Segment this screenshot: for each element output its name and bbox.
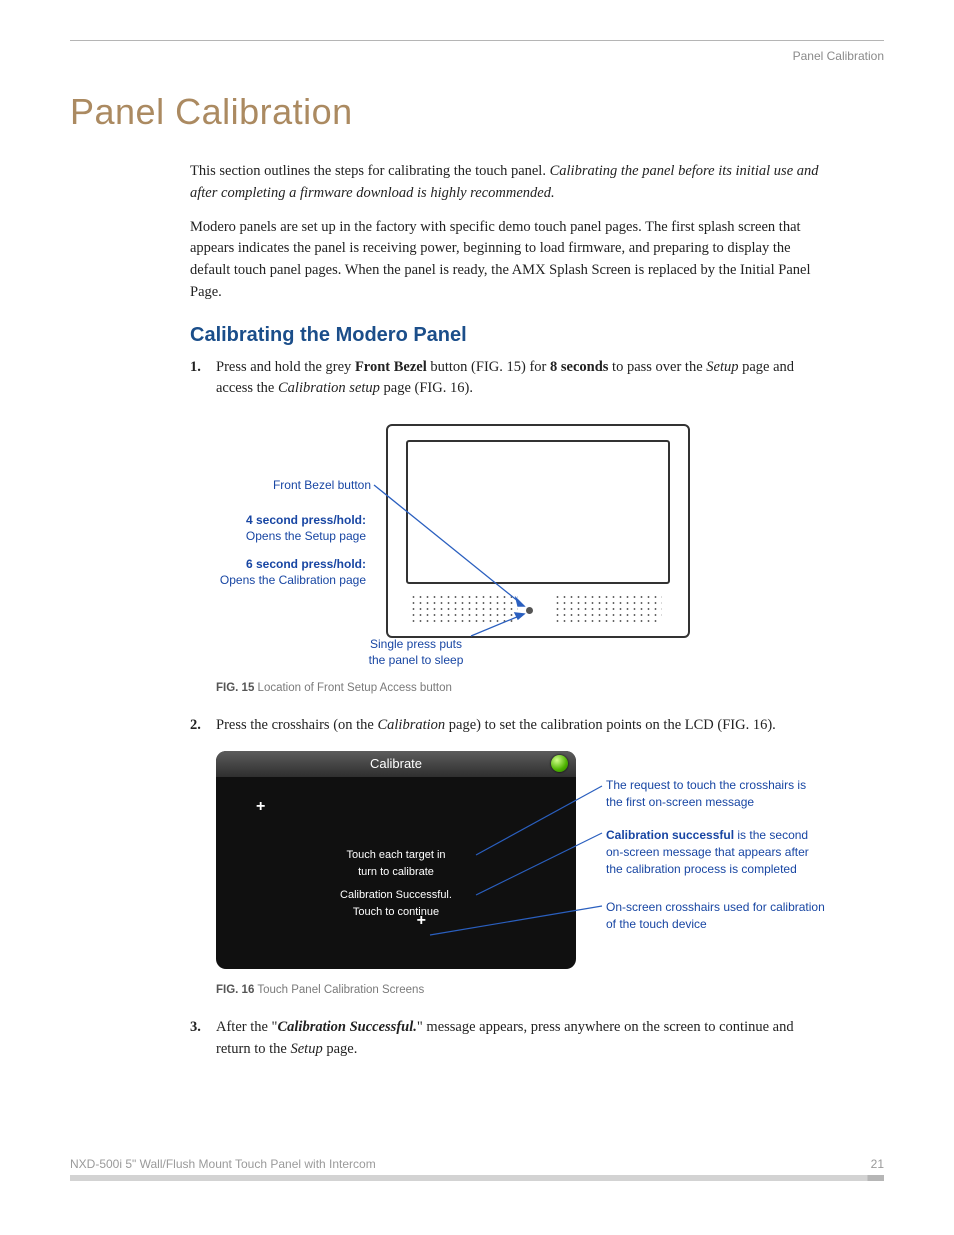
annot-4sec: 4 second press/hold: Opens the Setup pag… <box>186 512 366 544</box>
footer-row: NXD-500i 5" Wall/Flush Mount Touch Panel… <box>70 1157 884 1171</box>
intro-para-1: This section outlines the steps for cali… <box>190 161 830 205</box>
page-footer: NXD-500i 5" Wall/Flush Mount Touch Panel… <box>70 1157 884 1181</box>
running-head: Panel Calibration <box>70 49 884 63</box>
step-1: Press and hold the grey Front Bezel butt… <box>190 357 830 698</box>
body-column: This section outlines the steps for cali… <box>190 161 830 1061</box>
figure-15: Front Bezel button 4 second press/hold: … <box>186 414 826 674</box>
step1-a: Press and hold the grey <box>216 359 355 375</box>
step2-b: Calibration <box>377 717 445 733</box>
page: Panel Calibration Panel Calibration This… <box>0 0 954 1235</box>
figure-16: Calibrate + Touch each target in turn to… <box>216 751 856 976</box>
rule-top <box>70 40 884 41</box>
step1-i: page (FIG. 16). <box>380 380 473 396</box>
footer-bar <box>70 1175 884 1181</box>
annot-first-msg: The request to touch the crosshairs is t… <box>606 777 826 811</box>
annot-crosshairs: On-screen crosshairs used for calibratio… <box>606 899 826 933</box>
fig16-caption-num: FIG. 16 <box>216 984 254 996</box>
intro-text-1a: This section outlines the steps for cali… <box>190 163 550 179</box>
step2-a: Press the crosshairs (on the <box>216 717 377 733</box>
intro-para-2: Modero panels are set up in the factory … <box>190 217 830 304</box>
fig15-caption-text: Location of Front Setup Access button <box>254 682 452 694</box>
step3-d: Setup <box>291 1041 323 1057</box>
step3-e: page. <box>323 1041 358 1057</box>
annot-front-bezel: Front Bezel button <box>226 477 371 493</box>
annot-6sec: 6 second press/hold: Opens the Calibrati… <box>186 556 366 588</box>
fig16-caption-text: Touch Panel Calibration Screens <box>254 984 424 996</box>
step1-c: button (FIG. 15) for <box>427 359 550 375</box>
annot-single-a: Single press puts <box>370 637 462 651</box>
step1-h: Calibration setup <box>278 380 380 396</box>
subheading-calibrating: Calibrating the Modero Panel <box>190 324 830 347</box>
page-title: Panel Calibration <box>70 91 884 133</box>
annot-success-bold: Calibration successful <box>606 828 734 842</box>
annot-success-msg: Calibration successful is the second on-… <box>606 827 826 877</box>
step1-e: to pass over the <box>608 359 706 375</box>
annot-6sec-sub: Opens the Calibration page <box>220 573 366 587</box>
step1-b: Front Bezel <box>355 359 427 375</box>
annot-4sec-sub: Opens the Setup page <box>246 529 366 543</box>
fig16-caption: FIG. 16 Touch Panel Calibration Screens <box>216 982 830 999</box>
annot-6sec-title: 6 second press/hold: <box>246 557 366 571</box>
step2-c: page) to set the calibration points on t… <box>445 717 776 733</box>
fig15-caption-num: FIG. 15 <box>216 682 254 694</box>
annot-4sec-title: 4 second press/hold: <box>246 513 366 527</box>
step1-f: Setup <box>706 359 738 375</box>
step-3: After the "Calibration Successful." mess… <box>190 1017 830 1061</box>
step3-a: After the " <box>216 1019 277 1035</box>
annot-single-press: Single press puts the panel to sleep <box>326 636 506 668</box>
footer-left: NXD-500i 5" Wall/Flush Mount Touch Panel… <box>70 1157 376 1171</box>
step-2: Press the crosshairs (on the Calibration… <box>190 715 830 999</box>
page-number: 21 <box>871 1157 884 1171</box>
step1-d: 8 seconds <box>550 359 608 375</box>
annot-single-b: the panel to sleep <box>369 653 464 667</box>
step3-b: Calibration Successful. <box>277 1019 416 1035</box>
fig15-caption: FIG. 15 Location of Front Setup Access b… <box>216 680 830 697</box>
step-list: Press and hold the grey Front Bezel butt… <box>190 357 830 1061</box>
